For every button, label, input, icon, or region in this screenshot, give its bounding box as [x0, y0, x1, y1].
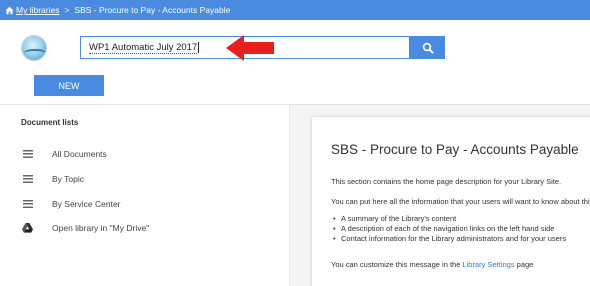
- search-input-value: WP1 Automatic July 2017: [89, 41, 198, 54]
- breadcrumb-separator: >: [64, 5, 70, 15]
- sidebar-item-by-service-center[interactable]: By Service Center: [22, 196, 121, 212]
- breadcrumb-my-libraries-link[interactable]: My libraries: [16, 5, 59, 15]
- customize-message: You can customize this message in the Li…: [331, 260, 534, 269]
- library-description-card: SBS - Procure to Pay - Accounts Payable …: [312, 117, 590, 286]
- sidebar: Document lists All Documents By Topic By…: [0, 105, 290, 286]
- breadcrumb-current: SBS - Procure to Pay - Accounts Payable: [74, 5, 231, 15]
- list-icon: [22, 174, 33, 184]
- list-item: A summary of the Library's content: [331, 214, 566, 224]
- library-logo[interactable]: [21, 35, 47, 61]
- list-item: Contact information for the Library admi…: [331, 234, 566, 244]
- sidebar-item-by-topic[interactable]: By Topic: [22, 171, 84, 187]
- search-button[interactable]: [410, 36, 445, 59]
- text-caret: [198, 42, 200, 53]
- home-icon[interactable]: [5, 6, 14, 15]
- sidebar-item-label: Open library in "My Drive": [52, 223, 150, 233]
- breadcrumb: My libraries > SBS - Procure to Pay - Ac…: [0, 0, 590, 20]
- description-list: A summary of the Library's content A des…: [331, 214, 566, 244]
- list-icon: [22, 149, 33, 159]
- library-settings-link[interactable]: Library Settings: [462, 260, 514, 269]
- sidebar-item-open-in-drive[interactable]: Open library in "My Drive": [22, 220, 149, 236]
- sidebar-item-label: By Service Center: [52, 199, 121, 209]
- description-paragraph: This section contains the home page desc…: [331, 177, 562, 186]
- description-paragraph: You can put here all the information tha…: [331, 197, 590, 206]
- page-title: SBS - Procure to Pay - Accounts Payable: [331, 142, 579, 157]
- list-icon: [22, 199, 33, 209]
- sidebar-item-label: By Topic: [52, 174, 84, 184]
- search-icon: [422, 42, 434, 54]
- sidebar-item-label: All Documents: [52, 149, 107, 159]
- red-arrow-annotation: [226, 35, 274, 61]
- list-item: A description of each of the navigation …: [331, 224, 566, 234]
- sidebar-item-all-documents[interactable]: All Documents: [22, 146, 107, 162]
- new-button[interactable]: NEW: [34, 75, 104, 96]
- sidebar-title: Document lists: [21, 118, 79, 127]
- google-drive-icon: [22, 223, 33, 233]
